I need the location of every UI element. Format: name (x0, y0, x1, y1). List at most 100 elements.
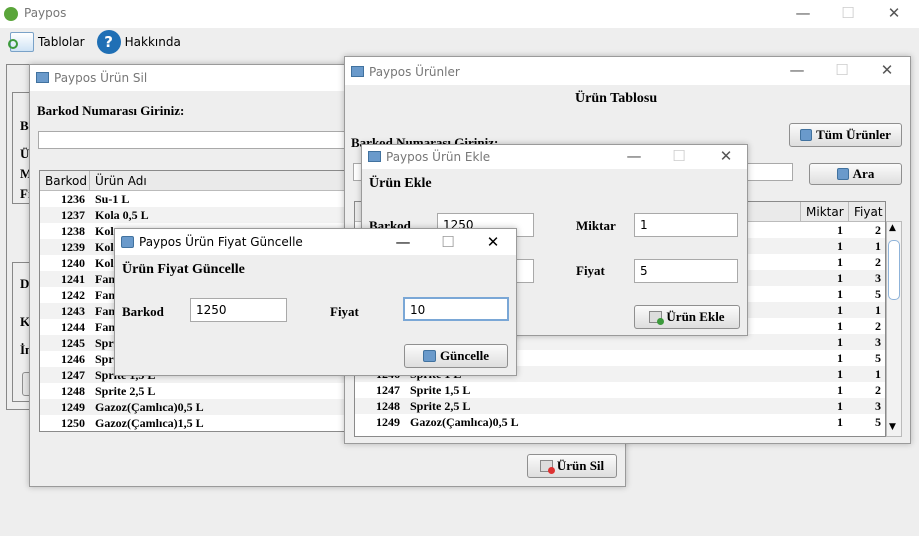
minimize-icon[interactable]: — (624, 147, 644, 165)
row-price: 3 (875, 335, 881, 349)
all-products-label: Tüm Ürünler (816, 127, 891, 142)
table-row[interactable]: 1237 Kola 0,5 L (40, 207, 358, 223)
delete-product-label: Ürün Sil (556, 458, 605, 473)
main-titlebar: Paypos — ☐ ✕ (0, 0, 919, 28)
row-barcode: 1242 (61, 288, 85, 302)
guncelle-barcode-label: Barkod (122, 304, 164, 319)
update-icon (422, 350, 436, 362)
fiyat-guncelle-window: Paypos Ürün Fiyat Güncelle — ☐ ✕ Ürün Fi… (114, 228, 517, 376)
add-icon (649, 311, 665, 325)
row-name: Su-1 L (95, 192, 130, 206)
row-price: 2 (875, 255, 881, 269)
row-price: 2 (875, 319, 881, 333)
scroll-down-icon[interactable]: ▼ (889, 422, 896, 432)
fiyat-guncelle-titlebar: Paypos Ürün Fiyat Güncelle — ☐ ✕ (115, 229, 516, 255)
row-qty: 1 (837, 271, 843, 285)
row-qty: 1 (837, 399, 843, 413)
table-refresh-icon (8, 32, 34, 52)
about-menu[interactable]: ? Hakkında (96, 30, 181, 54)
row-name: Fan (95, 304, 116, 318)
sil-col-name[interactable]: Ürün Adı (90, 171, 358, 191)
row-name: Kol (95, 240, 114, 254)
menu-bar: Tablolar ? Hakkında (0, 28, 919, 56)
urunler-col-price[interactable]: Fiyat (849, 202, 885, 222)
close-icon[interactable]: ✕ (483, 233, 503, 251)
urun-ekle-heading: Ürün Ekle (369, 176, 432, 191)
row-barcode: 1248 (61, 384, 85, 398)
hidden-label-b: B (20, 118, 29, 133)
table-row[interactable]: 1250 Gazoz(Çamlıca)1,5 L (40, 415, 358, 431)
maximize-icon[interactable]: ☐ (438, 233, 458, 251)
scroll-up-icon[interactable]: ▲ (889, 223, 896, 233)
delete-product-button[interactable]: Ürün Sil (527, 454, 617, 478)
guncelle-price-input[interactable]: 10 (403, 297, 509, 321)
close-icon[interactable]: ✕ (877, 61, 897, 79)
ekle-price-label: Fiyat (576, 263, 605, 278)
sil-barcode-input[interactable] (38, 131, 358, 149)
row-name: Gazoz(Çamlıca)0,5 L (95, 400, 204, 414)
maximize-icon[interactable]: ☐ (832, 61, 852, 79)
table-row[interactable]: 1248 Sprite 2,5 L (40, 383, 358, 399)
row-qty: 1 (837, 415, 843, 429)
row-qty: 1 (837, 351, 843, 365)
row-qty: 1 (837, 319, 843, 333)
hidden-label-d: D (20, 276, 30, 291)
sil-col-barcode[interactable]: Barkod (40, 171, 90, 191)
urun-ekle-title: Paypos Ürün Ekle (386, 150, 491, 164)
table-row[interactable]: 1249 Gazoz(Çamlıca)0,5 L (40, 399, 358, 415)
urunler-col-qty[interactable]: Miktar (801, 202, 849, 222)
row-name: Gazoz(Çamlıca)1,5 L (95, 416, 204, 430)
row-price: 2 (875, 223, 881, 237)
scroll-thumb[interactable] (888, 240, 900, 300)
close-icon[interactable]: ✕ (716, 147, 736, 165)
update-price-button[interactable]: Güncelle (404, 344, 508, 368)
table-row[interactable]: 1247 Sprite 1,5 L 1 2 (355, 382, 885, 398)
row-barcode: 1247 (61, 368, 85, 382)
maximize-icon[interactable]: ☐ (669, 147, 689, 165)
window-icon (351, 66, 364, 77)
search-label: Ara (852, 166, 875, 181)
row-name: Sprite 1,5 L (410, 383, 471, 397)
urun-sil-title: Paypos Ürün Sil (54, 71, 148, 85)
maximize-icon[interactable]: ☐ (838, 4, 858, 22)
row-qty: 1 (837, 383, 843, 397)
minimize-icon[interactable]: — (793, 4, 813, 22)
row-barcode: 1245 (61, 336, 85, 350)
row-barcode: 1238 (61, 224, 85, 238)
row-qty: 1 (837, 303, 843, 317)
table-row[interactable]: 1249 Gazoz(Çamlıca)0,5 L 1 5 (355, 414, 885, 430)
row-barcode: 1250 (61, 416, 85, 430)
minimize-icon[interactable]: — (393, 233, 413, 251)
row-name: Sprite 2,5 L (410, 399, 471, 413)
tables-menu[interactable]: Tablolar (8, 32, 85, 52)
close-icon[interactable]: ✕ (884, 4, 904, 22)
ekle-qty-input[interactable]: 1 (634, 213, 738, 237)
table-row[interactable]: 1236 Su-1 L (40, 191, 358, 207)
row-barcode: 1249 (61, 400, 85, 414)
row-name: Fan (95, 272, 116, 286)
search-button[interactable]: Ara (809, 163, 902, 185)
row-price: 5 (875, 287, 881, 301)
row-qty: 1 (837, 223, 843, 237)
vertical-scrollbar[interactable]: ▲ ▼ (886, 221, 902, 437)
row-barcode: 1239 (61, 240, 85, 254)
guncelle-barcode-input[interactable]: 1250 (190, 298, 287, 322)
sil-barcode-prompt: Barkod Numarası Giriniz: (37, 103, 185, 118)
update-price-label: Güncelle (439, 348, 490, 363)
all-products-button[interactable]: Tüm Ürünler (789, 123, 902, 147)
search-table-icon (836, 168, 849, 180)
window-icon (368, 151, 381, 162)
add-product-button[interactable]: Ürün Ekle (634, 305, 740, 329)
ekle-price-input[interactable]: 5 (634, 259, 738, 283)
fiyat-guncelle-heading: Ürün Fiyat Güncelle (122, 262, 245, 277)
urunler-titlebar: Paypos Ürünler — ☐ ✕ (345, 57, 910, 85)
table-row[interactable]: 1248 Sprite 2,5 L 1 3 (355, 398, 885, 414)
row-price: 1 (875, 303, 881, 317)
about-menu-label: Hakkında (124, 35, 181, 49)
row-barcode: 1248 (376, 399, 400, 413)
row-barcode: 1243 (61, 304, 85, 318)
row-name: Kol (95, 256, 114, 270)
row-price: 1 (875, 239, 881, 253)
row-qty: 1 (837, 335, 843, 349)
minimize-icon[interactable]: — (787, 61, 807, 79)
